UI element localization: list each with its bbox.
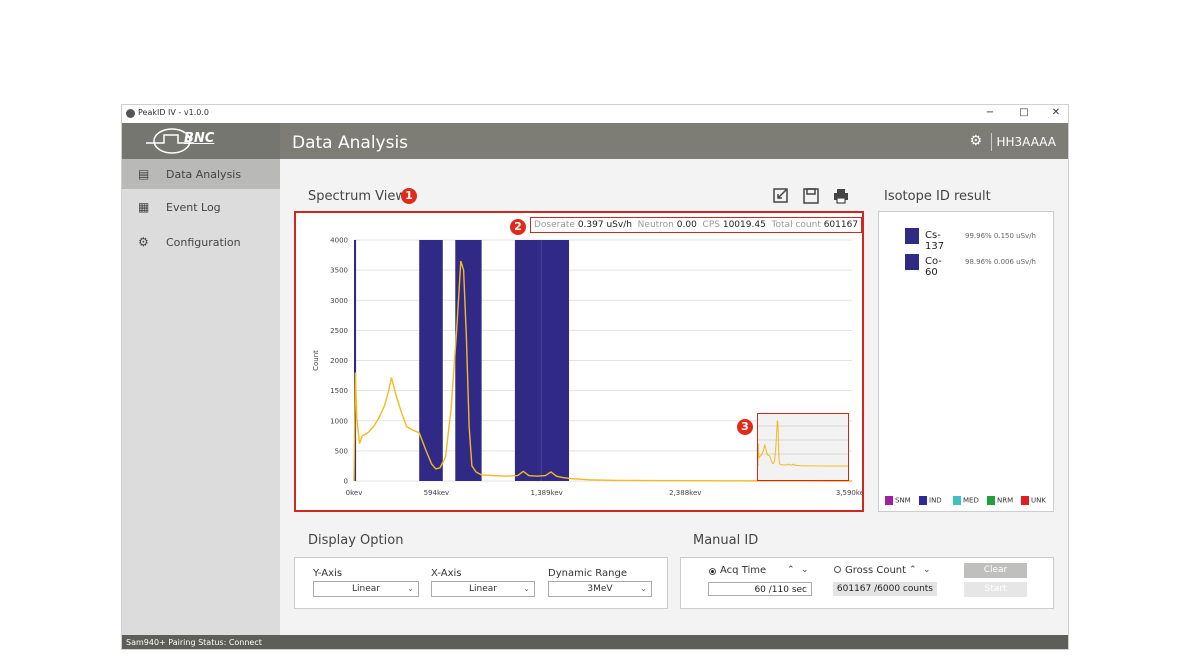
x-axis-label: X-Axis xyxy=(431,568,462,579)
sidebar: ▤ Data Analysis ▦ Event Log ⚙ Configurat… xyxy=(122,159,280,635)
minimize-button[interactable]: − xyxy=(980,107,1000,118)
logo-text: BNC xyxy=(184,131,215,146)
chevron-down-icon: ⌄ xyxy=(523,584,530,593)
gross-count-field[interactable]: 601167 /6000 counts xyxy=(833,582,937,596)
gross-count-label: Gross Count xyxy=(845,565,907,576)
sidebar-item-label: Data Analysis xyxy=(166,168,242,181)
y-tick-label: 500 xyxy=(335,447,348,455)
chart-icon: ▤ xyxy=(138,167,150,181)
dynamic-range-label: Dynamic Range xyxy=(548,568,627,579)
clear-button[interactable]: Clear xyxy=(964,563,1027,578)
x-axis-select[interactable]: Linear ⌄ xyxy=(431,581,535,597)
page-header: Data Analysis ⚙ HH3AAAA xyxy=(280,123,1068,159)
maximize-button[interactable]: □ xyxy=(1014,107,1034,118)
gear-icon[interactable]: ⚙ xyxy=(969,133,982,149)
display-option-panel: Y-Axis Linear ⌄ X-Axis Linear ⌄ Dynamic … xyxy=(294,557,668,609)
chevron-down-icon: ⌄ xyxy=(640,584,647,593)
peak-band xyxy=(514,240,542,481)
isotope-name: Co-60 xyxy=(925,256,942,278)
x-axis-value: Linear xyxy=(469,584,497,594)
isotope-swatch xyxy=(905,254,919,270)
dynamic-range-select[interactable]: 3MeV ⌄ xyxy=(548,581,652,597)
spectrum-view-title: Spectrum View xyxy=(308,189,406,204)
isotope-title: Isotope ID result xyxy=(884,189,991,204)
chevron-down-icon[interactable]: ⌄ xyxy=(801,565,809,575)
sidebar-item-configuration[interactable]: ⚙ Configuration xyxy=(122,227,280,257)
sidebar-item-label: Event Log xyxy=(166,201,221,214)
title-bar: PeakID IV - v1.0.0 − □ ✕ xyxy=(122,105,1068,123)
chevron-down-icon[interactable]: ⌄ xyxy=(923,565,931,575)
save-icon[interactable] xyxy=(802,187,820,205)
y-axis-label: Y-Axis xyxy=(313,568,343,579)
pairing-status: Sam940+ Pairing Status: Connect xyxy=(126,638,262,647)
gross-count-radio[interactable] xyxy=(834,566,841,573)
chevron-down-icon: ⌄ xyxy=(407,584,414,593)
legend-med: MED xyxy=(953,496,979,505)
app-icon xyxy=(126,109,135,118)
sidebar-item-data-analysis[interactable]: ▤ Data Analysis xyxy=(122,159,280,189)
y-tick-label: 1500 xyxy=(330,387,348,395)
y-tick-label: 4000 xyxy=(330,237,348,245)
marker-badge-1: 1 xyxy=(401,188,417,204)
legend-snm: SNM xyxy=(885,496,911,505)
print-icon[interactable] xyxy=(832,187,850,205)
y-tick-label: 0 xyxy=(344,478,348,486)
sidebar-item-event-log[interactable]: ▦ Event Log xyxy=(122,192,280,222)
y-tick-label: 3500 xyxy=(330,267,348,275)
isotope-swatch xyxy=(905,228,919,244)
close-button[interactable]: ✕ xyxy=(1046,107,1066,118)
dynamic-range-value: 3MeV xyxy=(587,584,613,594)
chevron-up-icon[interactable]: ⌃ xyxy=(787,565,795,575)
header-divider xyxy=(991,133,992,151)
x-tick-label: 594kev xyxy=(424,489,450,497)
y-tick-label: 2000 xyxy=(330,357,348,365)
page-title: Data Analysis xyxy=(292,133,409,153)
acq-time-label: Acq Time xyxy=(720,565,767,576)
legend-nrm: NRM xyxy=(987,496,1013,505)
y-tick-label: 3000 xyxy=(330,297,348,305)
app-window: PeakID IV - v1.0.0 − □ ✕ BNC Data Analys… xyxy=(121,104,1069,650)
manual-id-panel: Acq Time ⌃ ⌄ 60 /110 sec Gross Count ⌃ ⌄… xyxy=(680,557,1054,609)
user-id[interactable]: HH3AAAA xyxy=(996,135,1056,149)
spectrum-chart-panel: 2 Doserate 0.397 uSv/h Neutron 0.00 CPS … xyxy=(294,211,864,512)
display-option-title: Display Option xyxy=(308,533,404,548)
peak-band xyxy=(419,240,443,481)
window-title: PeakID IV - v1.0.0 xyxy=(138,108,209,117)
legend-unk: UNK xyxy=(1021,496,1046,505)
y-axis-select[interactable]: Linear ⌄ xyxy=(313,581,419,597)
peak-band xyxy=(541,240,570,481)
logo: BNC xyxy=(122,123,280,159)
y-tick-label: 2500 xyxy=(330,327,348,335)
zoom-preview xyxy=(757,420,849,467)
x-tick-label: 3,590kev xyxy=(836,489,862,497)
spectrum-zoom-box[interactable] xyxy=(757,413,849,481)
export-icon[interactable] xyxy=(772,187,790,205)
marker-badge-3: 3 xyxy=(737,419,753,435)
zoom-line xyxy=(757,420,849,467)
isotope-detail: 98.96% 0.006 uSv/h xyxy=(965,258,1036,266)
status-bar: Sam940+ Pairing Status: Connect xyxy=(122,635,1068,649)
x-tick-label: 1,389kev xyxy=(531,489,563,497)
manual-id-title: Manual ID xyxy=(693,533,759,548)
acq-time-radio[interactable] xyxy=(709,568,716,575)
legend-ind: IND xyxy=(919,496,942,505)
y-tick-label: 1000 xyxy=(330,417,348,425)
start-button[interactable]: Start xyxy=(964,582,1027,597)
isotope-name: Cs-137 xyxy=(925,230,945,252)
isotope-detail: 99.96% 0.150 uSv/h xyxy=(965,232,1036,240)
x-tick-label: 0kev xyxy=(346,489,363,497)
calendar-icon: ▦ xyxy=(138,200,150,214)
sidebar-item-label: Configuration xyxy=(166,236,241,249)
acq-time-field[interactable]: 60 /110 sec xyxy=(708,582,812,596)
main-content: Spectrum View 1 2 Doserate 0.397 uSv/h N… xyxy=(280,159,1068,635)
isotope-result-panel: Cs-137 99.96% 0.150 uSv/h Co-60 98.96% 0… xyxy=(878,211,1054,512)
gear-icon: ⚙ xyxy=(138,235,149,249)
y-axis-value: Linear xyxy=(352,584,380,594)
chevron-up-icon[interactable]: ⌃ xyxy=(909,565,917,575)
y-axis-label: Count xyxy=(312,350,320,371)
x-tick-label: 2,388kev xyxy=(669,489,701,497)
